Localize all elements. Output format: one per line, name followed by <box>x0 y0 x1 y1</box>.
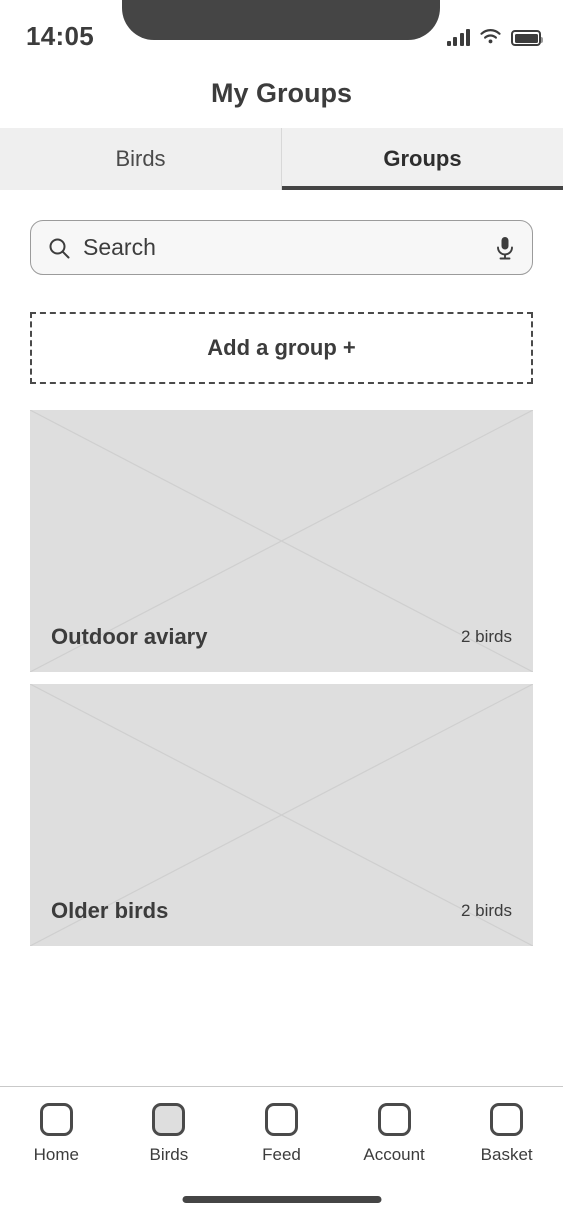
feed-icon <box>264 1103 298 1136</box>
tab-birds[interactable]: Birds <box>0 128 281 190</box>
search-input[interactable]: Search <box>83 234 494 261</box>
group-list: Outdoor aviary 2 birds Older birds 2 bir… <box>30 410 533 958</box>
cellular-signal-icon <box>446 28 470 46</box>
nav-item-home[interactable]: Home <box>0 1103 113 1165</box>
status-bar-icons <box>446 24 543 46</box>
phone-screen: 14:05 My Groups Birds Groups Search Add … <box>0 0 563 1218</box>
add-group-label: Add a group + <box>207 335 356 360</box>
birds-icon <box>152 1103 186 1136</box>
home-indicator[interactable] <box>182 1196 381 1203</box>
wifi-icon <box>480 29 501 44</box>
tab-groups[interactable]: Groups <box>281 128 563 190</box>
page-title: My Groups <box>210 78 352 108</box>
device-notch <box>122 0 440 40</box>
nav-label-birds: Birds <box>149 1145 189 1164</box>
nav-item-account[interactable]: Account <box>338 1103 451 1165</box>
tab-groups-label: Groups <box>383 146 462 171</box>
bottom-navigation-bar: Home Birds Feed Account Basket <box>0 1086 563 1218</box>
home-icon <box>39 1103 73 1136</box>
account-icon <box>377 1103 411 1136</box>
search-bar[interactable]: Search <box>30 220 533 275</box>
nav-item-basket[interactable]: Basket <box>450 1103 563 1165</box>
nav-item-feed[interactable]: Feed <box>225 1103 338 1165</box>
nav-label-basket: Basket <box>480 1145 533 1164</box>
add-group-button[interactable]: Add a group + <box>30 312 533 384</box>
tab-birds-label: Birds <box>115 146 166 171</box>
group-name: Older birds <box>51 898 169 923</box>
segmented-tab-bar: Birds Groups <box>0 128 563 190</box>
group-card[interactable]: Outdoor aviary 2 birds <box>30 410 533 672</box>
status-bar-clock: 14:05 <box>26 21 94 51</box>
group-card[interactable]: Older birds 2 birds <box>30 684 533 946</box>
nav-item-birds[interactable]: Birds <box>113 1103 226 1165</box>
basket-icon <box>490 1103 524 1136</box>
status-bar: 14:05 <box>0 0 563 62</box>
nav-label-home: Home <box>33 1145 79 1164</box>
microphone-icon[interactable] <box>494 235 516 261</box>
group-bird-count: 2 birds <box>460 627 512 646</box>
search-icon <box>49 238 70 258</box>
group-name: Outdoor aviary <box>51 624 208 649</box>
battery-full-icon <box>511 30 543 46</box>
nav-label-account: Account <box>363 1145 425 1164</box>
nav-label-feed: Feed <box>262 1145 301 1164</box>
group-bird-count: 2 birds <box>460 901 512 920</box>
